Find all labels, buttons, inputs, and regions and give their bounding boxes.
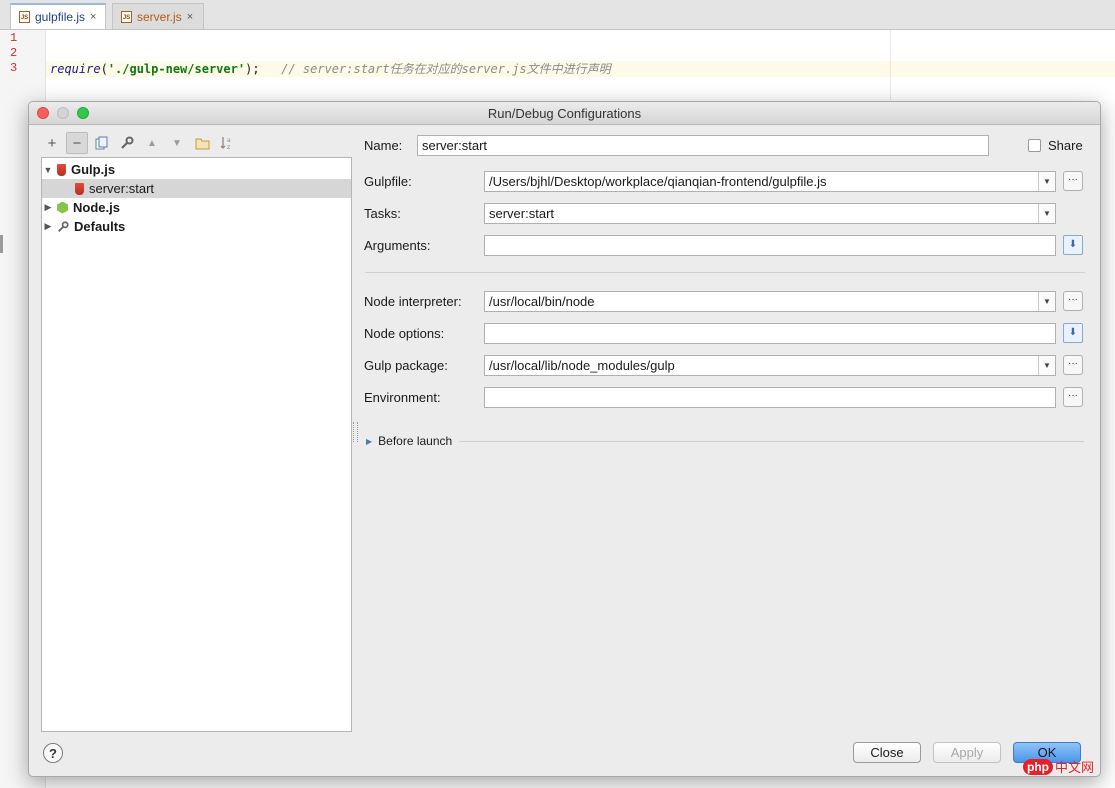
gulp-icon	[75, 182, 84, 195]
share-checkbox[interactable]	[1028, 139, 1041, 152]
edit-environment-button[interactable]: ···	[1063, 387, 1083, 407]
line-number: 2	[10, 46, 18, 60]
node-options-input[interactable]	[484, 323, 1056, 344]
browse-gulp-package-button[interactable]: ···	[1063, 355, 1083, 375]
copy-icon[interactable]	[91, 132, 113, 154]
tab-label: gulpfile.js	[35, 10, 86, 24]
node-interpreter-value: /usr/local/bin/node	[489, 294, 595, 309]
browse-node-interpreter-button[interactable]: ···	[1063, 291, 1083, 311]
svg-text:a: a	[227, 137, 231, 144]
share-label: Share	[1048, 138, 1083, 153]
before-launch-label: Before launch	[378, 434, 453, 448]
close-button[interactable]: Close	[853, 742, 921, 763]
tree-item-label: Defaults	[74, 219, 126, 234]
name-input[interactable]: server:start	[417, 135, 989, 156]
remove-icon[interactable]: −	[66, 132, 88, 154]
tasks-combo[interactable]: server:start ▼	[484, 203, 1056, 224]
code-paren-close: );	[245, 62, 260, 76]
tab-gulpfile[interactable]: JS gulpfile.js ×	[10, 3, 106, 29]
close-icon[interactable]: ×	[187, 11, 193, 23]
tree-item-defaults[interactable]: ▶ Defaults	[42, 217, 351, 236]
tree-item-gulpjs[interactable]: ▼ Gulp.js	[42, 160, 351, 179]
expand-arrow-icon[interactable]: ▼	[42, 165, 54, 175]
separator	[365, 272, 1085, 273]
separator	[459, 441, 1084, 442]
apply-button[interactable]: Apply	[933, 742, 1001, 763]
tab-server[interactable]: JS server.js ×	[112, 3, 204, 29]
folder-icon[interactable]	[191, 132, 213, 154]
config-tree: ▼ Gulp.js server:start ▶ Node.js ▶ Defau…	[41, 157, 352, 732]
right-margin-guide	[890, 30, 891, 100]
expand-arrow-icon[interactable]: ▶	[366, 437, 372, 446]
gulpfile-combo[interactable]: /Users/bjhl/Desktop/workplace/qianqian-f…	[484, 171, 1056, 192]
arguments-input[interactable]	[484, 235, 1056, 256]
gulp-icon	[57, 163, 66, 176]
chevron-down-icon[interactable]: ▼	[1038, 172, 1055, 191]
watermark-text: 中文网	[1055, 761, 1095, 776]
tasks-label: Tasks:	[364, 206, 401, 221]
tree-item-label: server:start	[89, 181, 155, 196]
code-line[interactable]: require('./gulp-new/server'); // server:…	[50, 61, 611, 77]
expand-node-options-icon[interactable]: ⬇	[1063, 323, 1083, 343]
wrench-icon	[57, 220, 69, 233]
code-string: './gulp-new/server'	[107, 62, 246, 76]
chevron-down-icon[interactable]: ▼	[1038, 356, 1055, 375]
chevron-down-icon[interactable]: ▼	[1038, 204, 1055, 223]
code-paren-open: (	[100, 62, 108, 76]
move-up-icon[interactable]: ▲	[141, 132, 163, 154]
editor-tab-bar: JS gulpfile.js × JS server.js ×	[0, 0, 1115, 30]
line-number: 1	[10, 31, 18, 45]
before-launch-section[interactable]: ▶ Before launch	[366, 434, 452, 448]
tree-item-nodejs[interactable]: ▶ Node.js	[42, 198, 351, 217]
line-number: 3	[10, 61, 18, 75]
tree-item-label: Gulp.js	[71, 162, 116, 177]
node-options-label: Node options:	[364, 326, 445, 341]
close-icon[interactable]: ×	[90, 11, 96, 23]
tree-item-server-start[interactable]: server:start	[42, 179, 351, 198]
splitter-handle[interactable]	[353, 422, 358, 442]
sort-icon[interactable]: az	[216, 132, 238, 154]
gulp-package-combo[interactable]: /usr/local/lib/node_modules/gulp ▼	[484, 355, 1056, 376]
gulp-package-label: Gulp package:	[364, 358, 448, 373]
expand-arguments-icon[interactable]: ⬇	[1063, 235, 1083, 255]
watermark-badge: php	[1023, 758, 1053, 775]
gulpfile-label: Gulpfile:	[364, 174, 412, 189]
tab-label: server.js	[137, 9, 182, 24]
node-interpreter-combo[interactable]: /usr/local/bin/node ▼	[484, 291, 1056, 312]
environment-label: Environment:	[364, 390, 441, 405]
wrench-icon[interactable]	[116, 132, 138, 154]
dialog-title: Run/Debug Configurations	[487, 106, 642, 121]
help-button[interactable]: ?	[43, 743, 63, 763]
expand-arrow-icon[interactable]: ▶	[42, 202, 54, 213]
tree-item-label: Node.js	[73, 200, 120, 215]
node-interpreter-label: Node interpreter:	[364, 294, 462, 309]
js-file-icon: JS	[121, 10, 132, 23]
expand-arrow-icon[interactable]: ▶	[42, 221, 54, 232]
move-down-icon[interactable]: ▼	[166, 132, 188, 154]
code-comment: // server:start任务在对应的server.js文件中进行声明	[281, 62, 611, 76]
run-debug-dialog: Run/Debug Configurations + − ▲ ▼ az ▼ Gu…	[28, 101, 1101, 777]
site-watermark: php 中文网	[1023, 757, 1094, 776]
config-toolbar: + − ▲ ▼ az	[41, 132, 238, 154]
arguments-label: Arguments:	[364, 238, 431, 253]
svg-text:z: z	[227, 144, 230, 150]
gulpfile-value: /Users/bjhl/Desktop/workplace/qianqian-f…	[489, 174, 827, 189]
nodejs-icon	[57, 201, 68, 214]
chevron-down-icon[interactable]: ▼	[1038, 292, 1055, 311]
name-label: Name:	[364, 138, 403, 153]
gulp-package-value: /usr/local/lib/node_modules/gulp	[489, 358, 675, 373]
edge-scroll-marker	[0, 235, 3, 253]
environment-input[interactable]	[484, 387, 1056, 408]
dialog-titlebar: Run/Debug Configurations	[29, 102, 1100, 125]
browse-gulpfile-button[interactable]: ···	[1063, 171, 1083, 191]
tasks-value: server:start	[489, 206, 555, 221]
js-file-icon: JS	[19, 11, 30, 23]
code-function: require	[50, 62, 101, 76]
add-icon[interactable]: +	[41, 132, 63, 154]
